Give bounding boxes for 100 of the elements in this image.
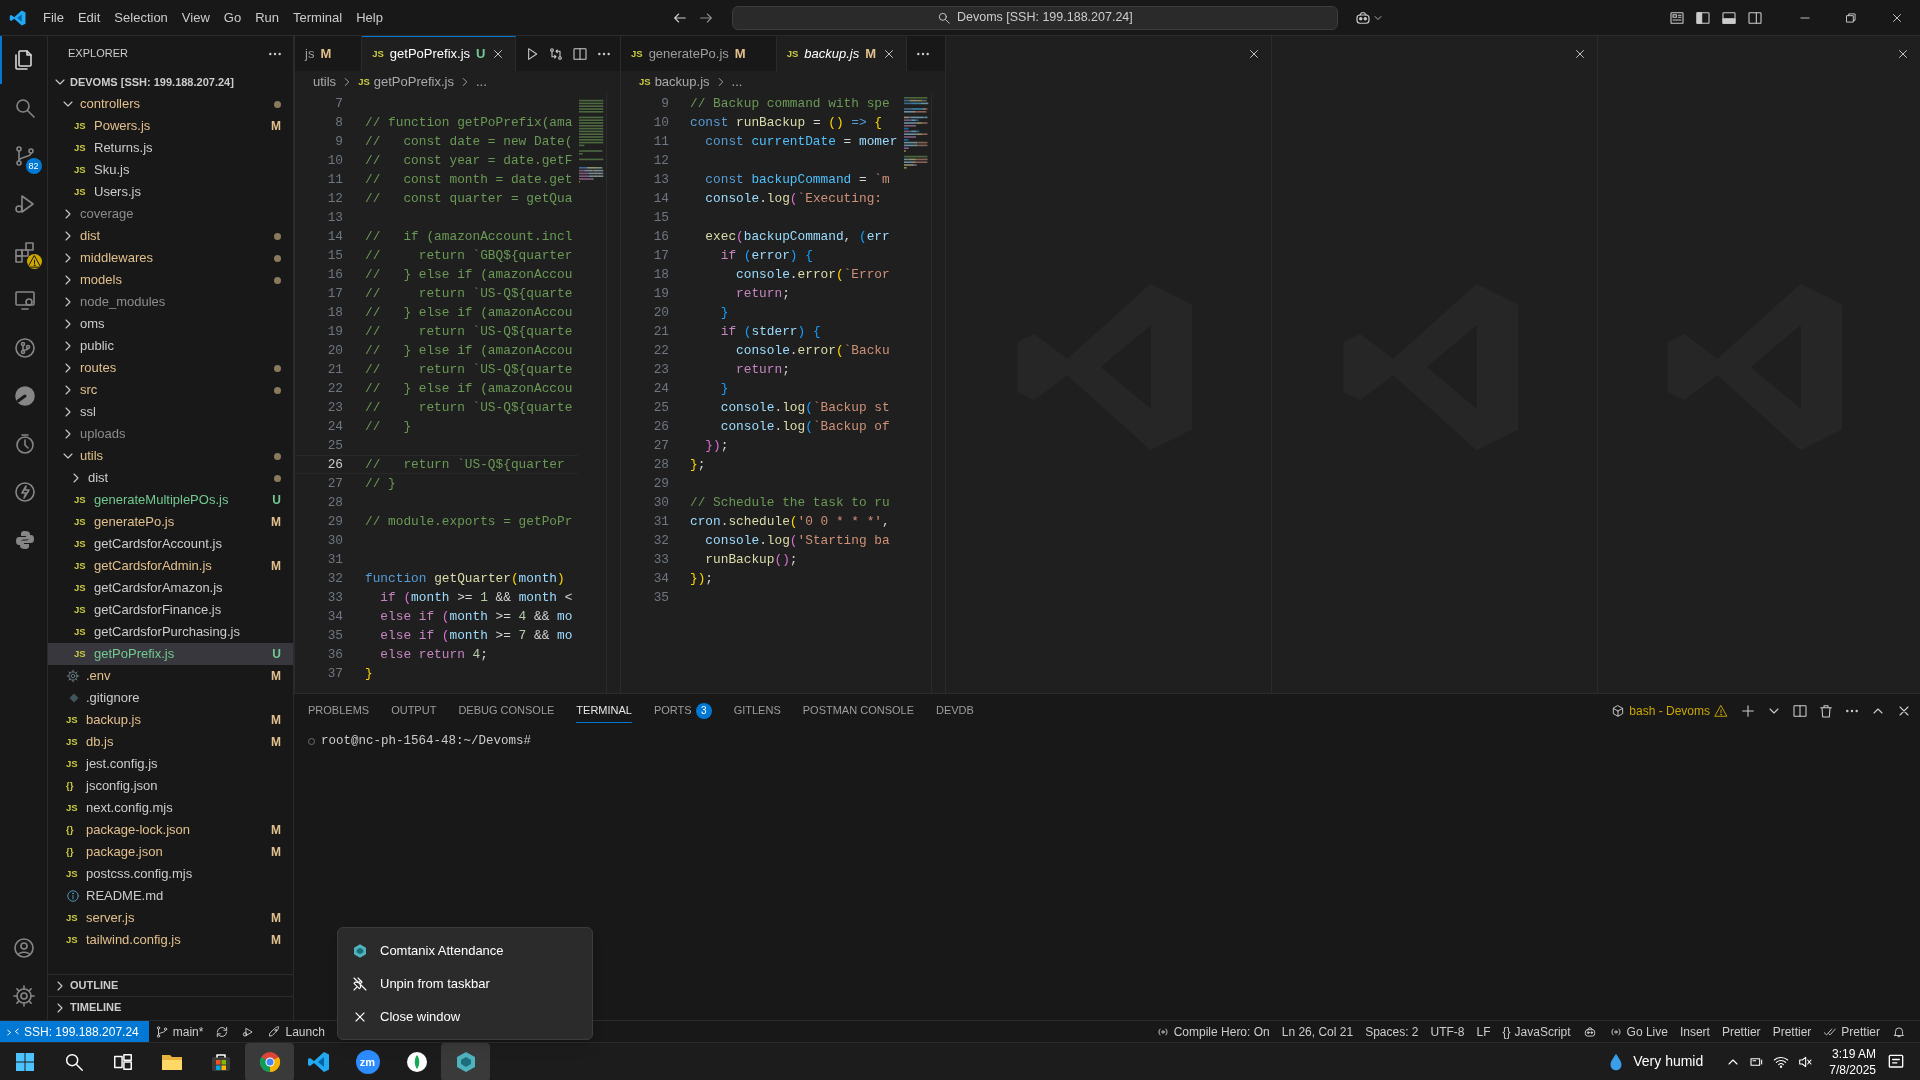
status-item[interactable]: UTF-8	[1424, 1020, 1471, 1043]
sidebar-toggle-icon[interactable]	[1695, 9, 1711, 26]
menu-item[interactable]: Close window	[338, 1000, 592, 1033]
tree-item[interactable]: JS generateMultiplePOs.js U	[48, 489, 293, 511]
tree-item[interactable]: JS generatePo.js M	[48, 511, 293, 533]
menu-item[interactable]: Terminal	[286, 4, 350, 31]
breadcrumb[interactable]: ...	[731, 72, 743, 92]
tree-item[interactable]: JS getPoPrefix.js U	[48, 643, 293, 665]
tree-item[interactable]: dist	[48, 467, 293, 489]
tree-item[interactable]: controllers	[48, 93, 293, 115]
tree-item[interactable]: JS Returns.js	[48, 137, 293, 159]
pie-chart-icon[interactable]	[12, 384, 37, 408]
weather-widget[interactable]: Very humid	[1605, 1050, 1704, 1073]
restore-icon[interactable]	[1844, 10, 1858, 25]
breadcrumb[interactable]: ...	[475, 72, 487, 92]
tree-item[interactable]: dist	[48, 225, 293, 247]
secondary-sidebar-toggle-icon[interactable]	[1747, 9, 1763, 26]
menu-item[interactable]: View	[174, 4, 217, 31]
menu-item[interactable]: Unpin from taskbar	[338, 967, 592, 1000]
tree-item[interactable]: JS getCardsforFinance.js	[48, 599, 293, 621]
section-header[interactable]: TIMELINE	[70, 999, 122, 1016]
status-item[interactable]: Prettier	[1817, 1020, 1886, 1043]
taskbar-button[interactable]	[441, 1042, 490, 1080]
workspace-root[interactable]: DEVOMS [SSH: 199.188.207.24]	[70, 73, 234, 91]
tree-item[interactable]: utils	[48, 445, 293, 467]
status-item[interactable]: Insert	[1673, 1020, 1716, 1043]
run-debug-icon[interactable]	[12, 192, 37, 216]
tree-item[interactable]: coverage	[48, 203, 293, 225]
tree-item[interactable]: oms	[48, 313, 293, 335]
status-item[interactable]: Prettier	[1766, 1020, 1818, 1043]
editor-tab[interactable]: JS backup.js M	[776, 36, 908, 71]
tree-item[interactable]: {} package-lock.json M	[48, 819, 293, 841]
menu-item[interactable]: Comtanix Attendance	[338, 934, 592, 967]
tree-item[interactable]: README.md	[48, 885, 293, 907]
clock-time[interactable]: 3:19 AM	[1831, 1045, 1876, 1062]
settings-icon[interactable]	[11, 984, 36, 1008]
tree-item[interactable]: {} package.json M	[48, 841, 293, 863]
status-item[interactable]: Prettier	[1715, 1020, 1767, 1043]
tree-item[interactable]: JS Users.js	[48, 181, 293, 203]
tree-item[interactable]: uploads	[48, 423, 293, 445]
tree-item[interactable]: JS postcss.config.mjs	[48, 863, 293, 885]
remote-explorer-icon[interactable]	[12, 288, 37, 312]
menu-item[interactable]: Help	[349, 4, 390, 31]
menu-item[interactable]: Go	[216, 4, 249, 31]
tree-item[interactable]: ssl	[48, 401, 293, 423]
status-item[interactable]: Go Live	[1602, 1020, 1674, 1043]
tree-item[interactable]: JS tailwind.config.js M	[48, 929, 293, 951]
git-graph-icon[interactable]	[12, 336, 37, 360]
status-item[interactable]: Compile Hero: On	[1149, 1020, 1276, 1043]
tree-item[interactable]: public	[48, 335, 293, 357]
status-item[interactable]: Launch	[261, 1020, 331, 1043]
breadcrumb[interactable]: getPoPrefix.js	[373, 72, 454, 92]
panel-tab[interactable]: PORTS 3	[653, 699, 712, 723]
compare-icon[interactable]	[548, 45, 565, 62]
customize-layout-icon[interactable]	[1669, 9, 1685, 26]
command-center[interactable]: Devoms [SSH: 199.188.207.24]	[731, 5, 1338, 30]
split-editor-icon[interactable]	[572, 45, 589, 62]
trash-icon[interactable]	[1818, 703, 1834, 719]
menu-item[interactable]: File	[36, 4, 71, 31]
tree-item[interactable]: .gitignore	[48, 687, 293, 709]
extensions-icon[interactable]	[12, 240, 37, 264]
tree-item[interactable]: JS backup.js M	[48, 709, 293, 731]
status-item[interactable]: SSH: 199.188.207.24	[0, 1020, 149, 1043]
tree-item[interactable]: JS getCardsforPurchasing.js	[48, 621, 293, 643]
lightning-icon[interactable]	[12, 480, 37, 504]
status-item[interactable]: main*	[148, 1020, 210, 1043]
tree-item[interactable]: models	[48, 269, 293, 291]
tree-item[interactable]: JS db.js M	[48, 731, 293, 753]
status-item[interactable]: Ln 26, Col 21	[1275, 1020, 1360, 1043]
account-icon[interactable]	[11, 936, 36, 960]
code-app-icon[interactable]	[9, 8, 27, 27]
tree-item[interactable]: JS next.config.mjs	[48, 797, 293, 819]
menu-item[interactable]: Run	[248, 4, 286, 31]
editor-tab[interactable]: JS getPoPrefix.js U	[362, 36, 517, 71]
tree-item[interactable]: JS Powers.js M	[48, 115, 293, 137]
tree-item[interactable]: {} jsconfig.json	[48, 775, 293, 797]
status-item[interactable]: Spaces: 2	[1359, 1020, 1425, 1043]
tree-item[interactable]: JS jest.config.js	[48, 753, 293, 775]
split-editor-icon[interactable]	[1792, 703, 1808, 719]
clock-date[interactable]: 7/8/2025	[1829, 1061, 1876, 1078]
menu-item[interactable]: Edit	[70, 4, 108, 31]
taskbar-button[interactable]	[245, 1042, 294, 1080]
breadcrumb[interactable]: utils	[313, 72, 337, 92]
tree-item[interactable]: middlewares	[48, 247, 293, 269]
tree-item[interactable]: JS getCardsforAmazon.js	[48, 577, 293, 599]
terminal-name[interactable]: bash - Devoms	[1629, 702, 1710, 720]
status-item[interactable]: {} JavaScript	[1496, 1020, 1577, 1043]
tree-item[interactable]: .env M	[48, 665, 293, 687]
tree-item[interactable]: JS getCardsforAccount.js	[48, 533, 293, 555]
section-header[interactable]: OUTLINE	[70, 977, 119, 994]
menu-item[interactable]: Selection	[107, 4, 175, 31]
plus-icon[interactable]	[1740, 703, 1756, 719]
panel-toggle-icon[interactable]	[1721, 9, 1737, 26]
tree-item[interactable]: JS server.js M	[48, 907, 293, 929]
tree-item[interactable]: node_modules	[48, 291, 293, 313]
tree-item[interactable]: JS getCardsforAdmin.js M	[48, 555, 293, 577]
tree-item[interactable]: routes	[48, 357, 293, 379]
status-item[interactable]: LF	[1470, 1020, 1497, 1043]
tree-item[interactable]: JS Sku.js	[48, 159, 293, 181]
tree-item[interactable]: src	[48, 379, 293, 401]
